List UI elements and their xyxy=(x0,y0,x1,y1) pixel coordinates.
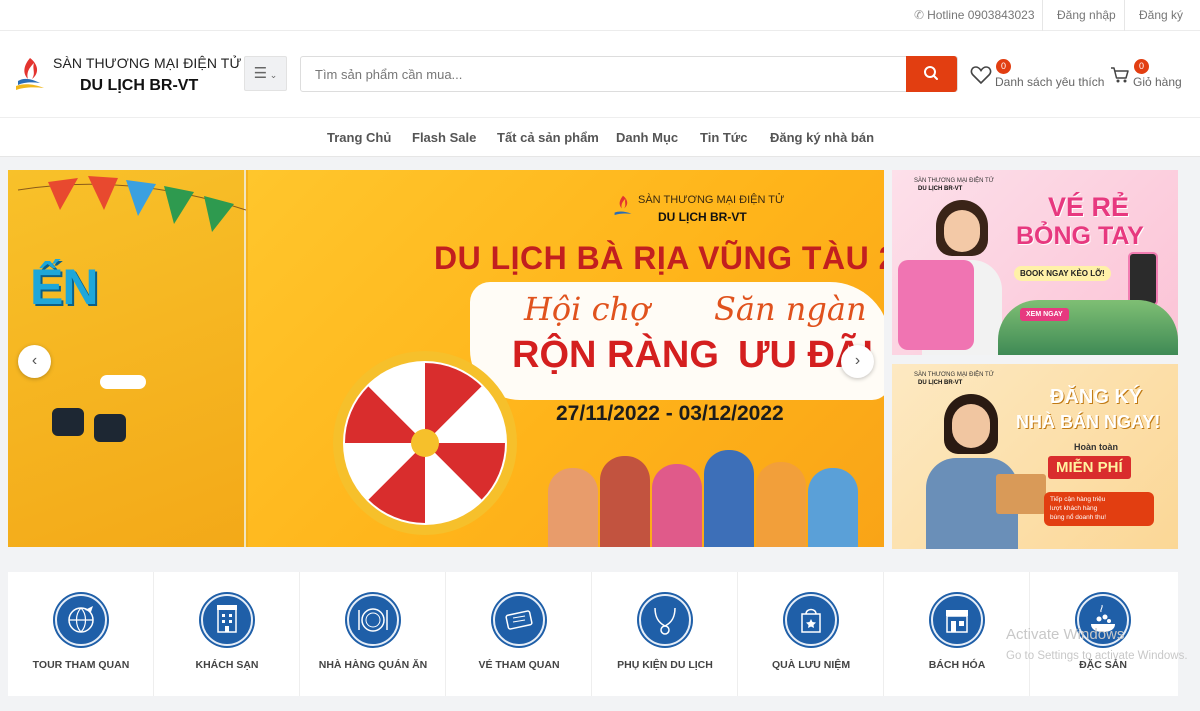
header: SÀN THƯƠNG MẠI ĐIỆN TỬ DU LỊCH BR-VT ☰ ⌄… xyxy=(0,31,1200,117)
hero-slider: ẾN SÀN THƯƠNG MẠI ĐIỆN TỬ DU LỊCH BR-VT … xyxy=(8,170,884,547)
side-banner-seller-register[interactable]: SÀN THƯƠNG MẠI ĐIỆN TỬ DU LỊCH BR-VT ĐĂN… xyxy=(892,364,1178,549)
brand-line-2: DU LỊCH BR-VT xyxy=(80,77,199,94)
sb2-note-2: lượt khách hàng xyxy=(1050,505,1098,512)
slider-prev-button[interactable]: ‹ xyxy=(18,345,51,378)
plate-cutlery-icon xyxy=(347,594,399,646)
wishlist-label: Danh sách yêu thích xyxy=(995,75,1105,89)
category-label: VÉ THAM QUAN xyxy=(478,659,560,671)
wishlist-count-badge: 0 xyxy=(996,59,1011,74)
banner-big-left: RỘN RÀNG xyxy=(512,334,719,376)
chevron-down-icon: ⌄ xyxy=(267,70,278,80)
search-button[interactable] xyxy=(906,56,957,92)
nav-item-flash-sale[interactable]: Flash Sale xyxy=(412,118,476,157)
banner-logo-icon xyxy=(614,195,632,215)
banner-brand-line-1: SÀN THƯƠNG MẠI ĐIỆN TỬ xyxy=(638,194,785,206)
sb1-phone-graphic xyxy=(1128,252,1158,306)
hotline-text: Hotline 0903843023 xyxy=(927,8,1035,22)
cart-count-badge: 0 xyxy=(1134,59,1149,74)
hotel-icon xyxy=(201,594,253,646)
banner-script-right: Săn ngàn xyxy=(714,290,867,328)
main-nav: Trang Chủ Flash Sale Tất cả sản phẩm Dan… xyxy=(0,117,1200,157)
category-label: NHÀ HÀNG QUÁN ĂN xyxy=(318,659,428,671)
category-label: KHÁCH SẠN xyxy=(195,659,259,671)
search-bar xyxy=(300,56,958,92)
wishlist-link[interactable]: 0 Danh sách yêu thích xyxy=(970,59,1104,97)
sb1-title-1: VÉ RẺ xyxy=(1048,192,1130,222)
category-strip: TOUR THAM QUAN KHÁCH SẠN NHÀ HÀNG QUÁN Ă… xyxy=(8,572,1178,696)
prize-wheel-graphic xyxy=(333,351,517,535)
sb1-title-2: BỎNG TAY xyxy=(1016,222,1144,250)
slider-next-button[interactable]: › xyxy=(841,345,874,378)
banner-dates: 27/11/2022 - 03/12/2022 xyxy=(556,402,784,425)
sb1-brand-line-1: SÀN THƯƠNG MẠI ĐIỆN TỬ xyxy=(914,178,994,184)
sb2-sub: Hoàn toàn xyxy=(1074,442,1118,452)
category-label: PHỤ KIỆN DU LỊCH xyxy=(617,659,713,671)
sb1-suitcase xyxy=(898,260,974,350)
category-label: TOUR THAM QUAN xyxy=(32,659,130,671)
register-link[interactable]: Đăng ký xyxy=(1124,0,1197,31)
windows-activation-hint: Go to Settings to activate Windows. xyxy=(1006,650,1188,662)
sb2-note-1: Tiếp cận hàng triệu xyxy=(1050,496,1106,503)
nav-item-categories[interactable]: Danh Mục xyxy=(616,118,678,157)
hotline-link[interactable]: ✆ Hotline 0903843023 xyxy=(900,0,1049,31)
category-label: QUÀ LƯU NIỆM xyxy=(771,659,851,671)
sb2-box-graphic xyxy=(996,474,1046,514)
nav-item-all-products[interactable]: Tất cả sản phẩm xyxy=(497,118,599,157)
sb1-pill: BOOK NGAY KẺO LỠ! xyxy=(1014,266,1111,281)
sb2-title-1: ĐĂNG KÝ xyxy=(1050,386,1143,408)
windows-activation-watermark: Activate Windows xyxy=(1006,626,1125,643)
search-icon xyxy=(924,66,938,80)
shop-icon xyxy=(931,594,983,646)
crowd-illustration xyxy=(538,438,868,547)
chevron-right-icon: › xyxy=(854,352,861,369)
necklace-icon xyxy=(639,594,691,646)
heart-icon xyxy=(970,66,992,85)
sb2-note-box: Tiếp cận hàng triệu lượt khách hàng bùng… xyxy=(1044,492,1154,526)
category-tickets[interactable]: VÉ THAM QUAN xyxy=(446,572,592,696)
sb2-brand-line-2: DU LỊCH BR-VT xyxy=(918,380,963,386)
sb1-brand-line-2: DU LỊCH BR-VT xyxy=(918,186,963,192)
sb1-cta-button[interactable]: XEM NGAY xyxy=(1020,308,1069,321)
cart-label: Giỏ hàng xyxy=(1133,75,1182,89)
nav-item-news[interactable]: Tin Tức xyxy=(700,118,747,157)
nav-item-seller-register[interactable]: Đăng ký nhà bán xyxy=(770,118,874,157)
login-link[interactable]: Đăng nhập xyxy=(1042,0,1130,31)
cart-link[interactable]: 0 Giỏ hàng xyxy=(1110,59,1190,97)
globe-plane-icon xyxy=(55,594,107,646)
banner-headline: DU LỊCH BÀ RỊA VŨNG TÀU 20 xyxy=(434,240,884,276)
logo-mark-icon xyxy=(16,58,44,90)
site-logo[interactable]: SÀN THƯƠNG MẠI ĐIỆN TỬ DU LỊCH BR-VT xyxy=(10,53,241,101)
sb2-person-illustration xyxy=(920,394,1020,549)
phone-icon: ✆ xyxy=(914,8,925,22)
ticket-icon xyxy=(493,594,545,646)
category-restaurant[interactable]: NHÀ HÀNG QUÁN ĂN xyxy=(300,572,446,696)
sunglasses-shape xyxy=(48,402,132,444)
side-panel-text: ẾN xyxy=(30,259,98,315)
category-menu-button[interactable]: ☰ ⌄ xyxy=(244,56,287,91)
brand-line-1: SÀN THƯƠNG MẠI ĐIỆN TỬ xyxy=(53,55,242,71)
sb2-title-2: NHÀ BÁN NGAY! xyxy=(1016,412,1161,432)
banner-script-left: Hội chợ xyxy=(524,290,650,328)
gift-bag-icon xyxy=(785,594,837,646)
bunting-flags xyxy=(17,176,246,232)
category-travel-accessories[interactable]: PHỤ KIỆN DU LỊCH xyxy=(592,572,738,696)
sb2-free-badge: MIỄN PHÍ xyxy=(1048,456,1131,479)
main-banner-slide[interactable]: SÀN THƯƠNG MẠI ĐIỆN TỬ DU LỊCH BR-VT DU … xyxy=(248,170,884,547)
nav-item-home[interactable]: Trang Chủ xyxy=(327,118,391,157)
banner-brand-line-2: DU LỊCH BR-VT xyxy=(658,210,747,224)
cart-icon xyxy=(1111,67,1129,83)
category-souvenirs[interactable]: QUÀ LƯU NIỆM xyxy=(738,572,884,696)
chevron-left-icon: ‹ xyxy=(31,352,38,369)
sb2-brand-line-1: SÀN THƯƠNG MẠI ĐIỆN TỬ xyxy=(914,372,994,378)
side-banner-cheap-tickets[interactable]: SÀN THƯƠNG MẠI ĐIỆN TỬ DU LỊCH BR-VT VÉ … xyxy=(892,170,1178,355)
category-tour[interactable]: TOUR THAM QUAN xyxy=(8,572,154,696)
cloud-shape xyxy=(100,375,146,389)
hamburger-icon: ☰ xyxy=(253,65,268,82)
category-hotel[interactable]: KHÁCH SẠN xyxy=(154,572,300,696)
top-bar: ✆ Hotline 0903843023 Đăng nhập Đăng ký xyxy=(0,0,1200,31)
sb2-note-3: bùng nổ doanh thu! xyxy=(1050,514,1107,521)
search-input[interactable] xyxy=(301,57,905,91)
